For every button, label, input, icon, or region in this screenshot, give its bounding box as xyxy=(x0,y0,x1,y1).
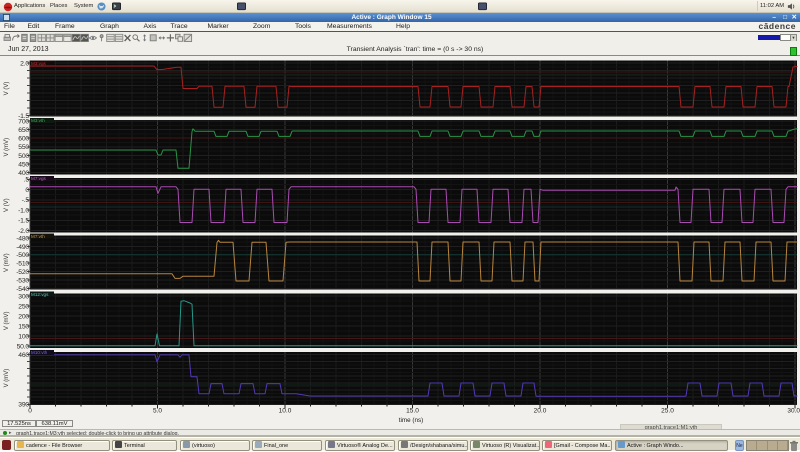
svg-text:-480: -480 xyxy=(16,235,29,242)
svg-text:15.0: 15.0 xyxy=(406,408,419,415)
svg-text:time (ns): time (ns) xyxy=(399,417,424,424)
svg-text:M10:vth: M10:vth xyxy=(31,350,48,355)
svg-text:V (mV): V (mV) xyxy=(4,253,10,272)
svg-text:10.0: 10.0 xyxy=(279,408,292,415)
svg-text:300: 300 xyxy=(18,294,29,301)
svg-text:150: 150 xyxy=(18,324,29,331)
svg-text:200: 200 xyxy=(18,314,29,321)
svg-text:30.0: 30.0 xyxy=(787,408,800,415)
svg-text:500: 500 xyxy=(18,153,29,160)
svg-text:-520: -520 xyxy=(16,269,29,276)
svg-text:-540: -540 xyxy=(16,286,29,293)
svg-text:-.5: -.5 xyxy=(22,197,30,204)
svg-text:M3:vgs: M3:vgs xyxy=(31,61,47,66)
svg-text:0: 0 xyxy=(25,187,29,194)
svg-text:550: 550 xyxy=(18,144,29,151)
svg-text:450: 450 xyxy=(18,161,29,168)
svg-text:460: 460 xyxy=(18,352,29,359)
svg-text:V (mV): V (mV) xyxy=(4,311,10,330)
svg-text:V (mV): V (mV) xyxy=(4,369,10,388)
svg-text:V (mV): V (mV) xyxy=(4,138,10,157)
svg-text:-500: -500 xyxy=(16,252,29,259)
svg-text:M3:vth: M3:vth xyxy=(31,118,45,123)
svg-text:M7:vgs: M7:vgs xyxy=(31,176,47,181)
svg-text:20.0: 20.0 xyxy=(534,408,547,415)
svg-text:-1.5: -1.5 xyxy=(18,218,29,225)
svg-text:700: 700 xyxy=(18,118,29,125)
svg-text:.5: .5 xyxy=(24,177,30,184)
svg-text:50.0: 50.0 xyxy=(17,344,30,351)
svg-text:250: 250 xyxy=(18,304,29,311)
svg-text:0: 0 xyxy=(28,408,32,415)
svg-text:600: 600 xyxy=(18,136,29,143)
svg-text:2.0: 2.0 xyxy=(20,60,29,67)
svg-text:-530: -530 xyxy=(16,277,29,284)
svg-text:-2.0: -2.0 xyxy=(18,228,29,235)
svg-text:M12:vgs: M12:vgs xyxy=(31,292,49,297)
svg-text:V (V): V (V) xyxy=(4,82,10,96)
svg-text:-510: -510 xyxy=(16,261,29,268)
svg-text:5.0: 5.0 xyxy=(153,408,162,415)
svg-text:650: 650 xyxy=(18,127,29,134)
svg-text:-1.0: -1.0 xyxy=(18,208,29,215)
svg-text:-490: -490 xyxy=(16,244,29,251)
svg-text:M7:vth: M7:vth xyxy=(31,234,45,239)
svg-text:100: 100 xyxy=(18,334,29,341)
svg-text:25.0: 25.0 xyxy=(661,408,674,415)
svg-text:V (V): V (V) xyxy=(4,198,10,212)
